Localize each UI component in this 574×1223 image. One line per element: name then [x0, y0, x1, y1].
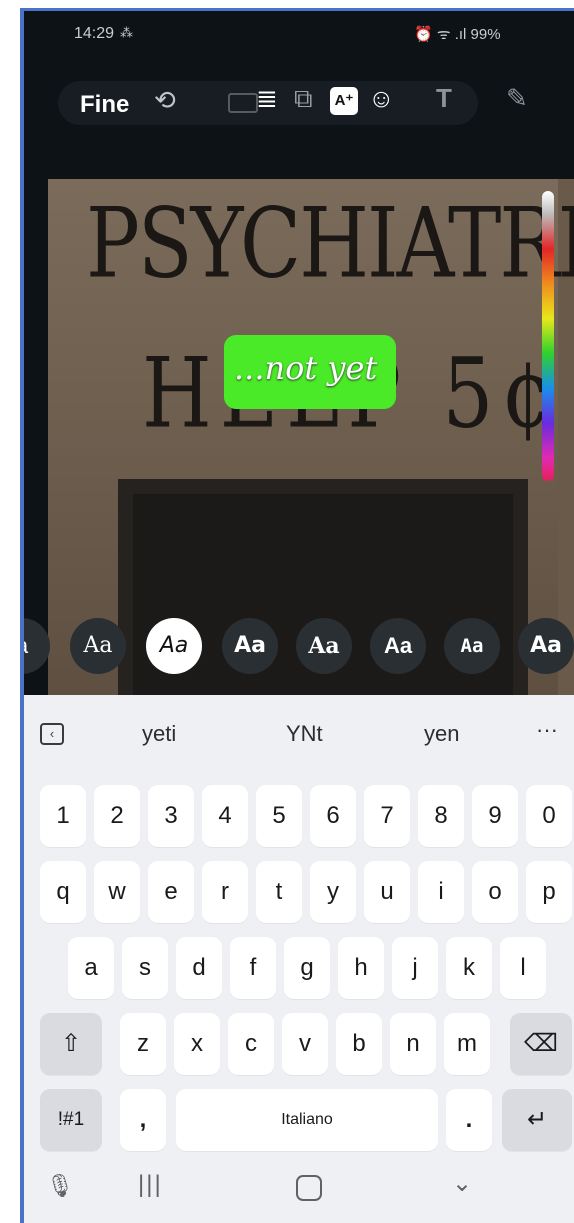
more-suggestions-icon[interactable]: ··· — [536, 717, 558, 743]
font-option-selected[interactable]: Aa — [146, 618, 202, 674]
key-z[interactable]: z — [120, 1013, 166, 1075]
status-extra-icon: ⁂ — [120, 25, 133, 40]
key-n[interactable]: n — [390, 1013, 436, 1075]
key-f[interactable]: f — [230, 937, 276, 999]
key-7[interactable]: 7 — [364, 785, 410, 847]
key-s[interactable]: s — [122, 937, 168, 999]
key-l[interactable]: l — [500, 937, 546, 999]
font-option[interactable]: Aa — [370, 618, 426, 674]
key-q[interactable]: q — [40, 861, 86, 923]
key-k[interactable]: k — [446, 937, 492, 999]
key-h[interactable]: h — [338, 937, 384, 999]
navigation-bar: 🎙︎ ||| ⌄ — [24, 1157, 574, 1223]
key-v[interactable]: v — [282, 1013, 328, 1075]
font-option[interactable]: a — [24, 618, 50, 674]
text-style-icon[interactable]: A⁺ — [330, 87, 358, 115]
undo-icon[interactable]: ⟲ — [154, 85, 176, 116]
key-3[interactable]: 3 — [148, 785, 194, 847]
backspace-key[interactable]: ⌫ — [510, 1013, 572, 1075]
done-button[interactable]: Fine — [58, 81, 168, 125]
key-p[interactable]: p — [526, 861, 572, 923]
shift-key[interactable]: ⇧ — [40, 1013, 102, 1075]
font-option[interactable]: Aa — [518, 618, 574, 674]
pen-icon[interactable]: ✎ — [506, 83, 528, 114]
key-m[interactable]: m — [444, 1013, 490, 1075]
key-g[interactable]: g — [284, 937, 330, 999]
hd-icon[interactable] — [228, 93, 258, 113]
key-8[interactable]: 8 — [418, 785, 464, 847]
key-a[interactable]: a — [68, 937, 114, 999]
key-4[interactable]: 4 — [202, 785, 248, 847]
font-option[interactable]: Aa — [70, 618, 126, 674]
key-b[interactable]: b — [336, 1013, 382, 1075]
font-selector: a Aa Aa Aa Aa Aa Aa Aa — [24, 611, 574, 681]
home-icon[interactable] — [296, 1175, 322, 1201]
keyboard: ‹ yeti YNt yen ··· 1 2 3 4 5 6 7 8 9 0 q… — [24, 695, 574, 1223]
text-icon[interactable]: T — [436, 83, 452, 114]
key-x[interactable]: x — [174, 1013, 220, 1075]
suggestion-2[interactable]: YNt — [286, 721, 323, 747]
key-y[interactable]: y — [310, 861, 356, 923]
microphone-icon[interactable]: 🎙︎ — [46, 1173, 74, 1199]
color-slider[interactable] — [542, 191, 554, 481]
backspace-icon: ⌫ — [524, 1030, 558, 1057]
key-e[interactable]: e — [148, 861, 194, 923]
font-option[interactable]: Aa — [444, 618, 500, 674]
period-key[interactable]: . — [446, 1089, 492, 1151]
text-sticker[interactable]: ...not yet — [224, 335, 396, 409]
done-label: Fine — [80, 91, 130, 118]
key-6[interactable]: 6 — [310, 785, 356, 847]
comma-key[interactable]: , — [120, 1089, 166, 1151]
key-i[interactable]: i — [418, 861, 464, 923]
key-c[interactable]: c — [228, 1013, 274, 1075]
suggestion-3[interactable]: yen — [424, 721, 459, 747]
hide-keyboard-icon[interactable]: ⌄ — [452, 1169, 472, 1198]
recent-apps-icon[interactable]: ||| — [138, 1171, 163, 1199]
key-t[interactable]: t — [256, 861, 302, 923]
enter-key[interactable]: ↵ — [502, 1089, 572, 1151]
font-option[interactable]: Aa — [296, 618, 352, 674]
key-1[interactable]: 1 — [40, 785, 86, 847]
status-right-icons: ⏰ ᯤ .ıl 99% — [414, 26, 501, 43]
enter-icon: ↵ — [526, 1106, 548, 1133]
font-option[interactable]: Aa — [222, 618, 278, 674]
sticker-icon[interactable]: ☺ — [368, 83, 395, 114]
key-w[interactable]: w — [94, 861, 140, 923]
collapse-suggestions-icon[interactable]: ‹ — [40, 723, 64, 745]
app-frame: 14:29 ⁂ ⏰ ᯤ .ıl 99% Fine ⟲ ≣ ⧉ A⁺ ☺ T ✎ … — [20, 8, 574, 1223]
crop-icon[interactable]: ⧉ — [294, 83, 313, 115]
key-d[interactable]: d — [176, 937, 222, 999]
space-key[interactable]: Italiano — [176, 1089, 438, 1151]
key-2[interactable]: 2 — [94, 785, 140, 847]
sticker-text: ...not yet — [234, 349, 378, 387]
shift-icon: ⇧ — [60, 1030, 82, 1057]
key-9[interactable]: 9 — [472, 785, 518, 847]
sign-line-1: PSYCHIATRIC — [86, 187, 574, 300]
key-j[interactable]: j — [392, 937, 438, 999]
align-center-icon[interactable]: ≣ — [256, 83, 278, 114]
suggestion-1[interactable]: yeti — [142, 721, 176, 747]
editor-toolbar: Fine ⟲ ≣ ⧉ A⁺ ☺ T ✎ — [24, 71, 574, 141]
key-5[interactable]: 5 — [256, 785, 302, 847]
key-0[interactable]: 0 — [526, 785, 572, 847]
key-r[interactable]: r — [202, 861, 248, 923]
key-o[interactable]: o — [472, 861, 518, 923]
status-bar: 14:29 ⁂ ⏰ ᯤ .ıl 99% — [24, 11, 574, 57]
status-time: 14:29 — [74, 25, 115, 42]
symbols-key[interactable]: !#1 — [40, 1089, 102, 1151]
key-u[interactable]: u — [364, 861, 410, 923]
